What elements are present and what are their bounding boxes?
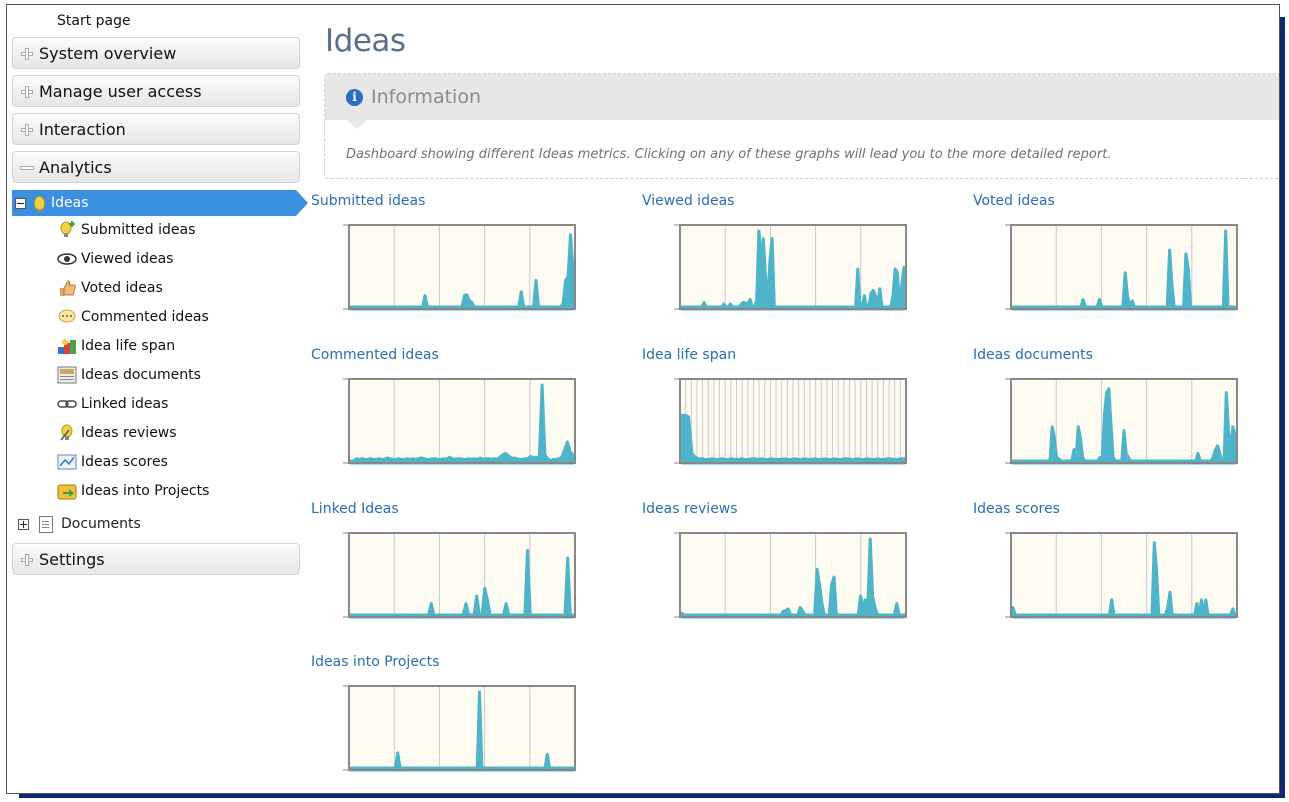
documents-icon	[39, 515, 53, 533]
chart-ideas-reviews[interactable]	[672, 527, 912, 623]
nav-section-system-overview[interactable]: System overview	[12, 37, 300, 69]
expand-plus-icon	[19, 46, 33, 60]
chart-title-viewed-ideas[interactable]: Viewed ideas	[642, 193, 734, 209]
information-panel: i Information Dashboard showing differen…	[324, 73, 1279, 179]
chart-title-ideas-reviews[interactable]: Ideas reviews	[642, 501, 738, 517]
nav-section-label: Manage user access	[39, 81, 202, 101]
comment-icon	[57, 308, 77, 326]
nav-section-settings[interactable]: Settings	[12, 543, 300, 575]
project-icon	[57, 482, 77, 500]
info-icon: i	[346, 88, 363, 106]
tree-item-label: Idea life span	[81, 338, 176, 354]
nav-section-label: Analytics	[39, 157, 112, 177]
chart-ideas-scores[interactable]	[1003, 527, 1243, 623]
tree-item-linked-ideas[interactable]: Linked ideas	[57, 393, 168, 415]
chart-ideas-documents[interactable]	[1003, 373, 1243, 469]
tree-item-label: Ideas reviews	[81, 425, 177, 441]
chart-title-voted-ideas[interactable]: Voted ideas	[973, 193, 1055, 209]
review-icon	[57, 424, 77, 442]
tree-item-label: Submitted ideas	[81, 222, 196, 238]
chart-title-ideas-into-projects[interactable]: Ideas into Projects	[311, 654, 439, 670]
expand-plus-icon	[19, 122, 33, 136]
chart-commented-ideas[interactable]	[341, 373, 581, 469]
information-title: Information	[371, 86, 481, 108]
plot-area	[349, 533, 575, 617]
chart-title-linked-ideas[interactable]: Linked Ideas	[311, 501, 399, 517]
link-icon	[57, 395, 77, 413]
nav-section-label: Settings	[39, 549, 105, 569]
expand-plus-icon	[19, 84, 33, 98]
tree-item-ideas-scores[interactable]: Ideas scores	[57, 451, 168, 473]
tree-item-label: Viewed ideas	[81, 251, 174, 267]
lightbulb-icon	[34, 196, 45, 213]
chart-viewed-ideas[interactable]	[672, 219, 912, 315]
tree-item-label: Linked ideas	[81, 396, 169, 412]
tree-expand-icon[interactable]	[18, 518, 29, 530]
nav-section-label: Interaction	[39, 119, 126, 139]
document-icon	[57, 366, 77, 384]
tree-item-label: Ideas into Projects	[81, 483, 210, 499]
plot-area	[349, 225, 575, 309]
score-icon	[57, 453, 77, 471]
tree-item-ideas-reviews[interactable]: Ideas reviews	[57, 422, 177, 444]
page-title: Ideas	[325, 23, 406, 59]
nav-section-interaction[interactable]: Interaction	[12, 113, 300, 145]
nav-section-label: System overview	[39, 43, 177, 63]
information-text: Dashboard showing different Ideas metric…	[346, 147, 1112, 162]
nav-section-analytics[interactable]: Analytics	[12, 151, 300, 183]
chart-idea-life-span[interactable]	[672, 373, 912, 469]
chart-title-idea-life-span[interactable]: Idea life span	[642, 347, 736, 363]
tree-item-label: Commented ideas	[81, 309, 209, 325]
information-header: i Information	[325, 74, 1279, 129]
nav-section-manage-user-access[interactable]: Manage user access	[12, 75, 300, 107]
tree-item-commented-ideas[interactable]: Commented ideas	[57, 306, 209, 328]
eye-icon	[57, 250, 77, 268]
tree-item-idea-life-span[interactable]: Idea life span	[57, 335, 175, 357]
chart-submitted-ideas[interactable]	[341, 219, 581, 315]
tree-item-viewed-ideas[interactable]: Viewed ideas	[57, 248, 173, 270]
lightbulb-plus-icon	[57, 221, 77, 239]
start-page-link[interactable]: Start page	[57, 13, 131, 29]
lifespan-icon	[57, 337, 77, 355]
tree-item-ideas-into-projects[interactable]: Ideas into Projects	[57, 480, 209, 502]
tree-item-ideas-documents[interactable]: Ideas documents	[57, 364, 201, 386]
tree-item-label: Ideas scores	[81, 454, 168, 470]
collapse-minus-icon	[19, 160, 34, 174]
app-window: Start page System overview Manage user a…	[6, 4, 1280, 794]
chart-title-ideas-scores[interactable]: Ideas scores	[973, 501, 1060, 517]
chart-ideas-into-projects[interactable]	[341, 680, 581, 776]
tree-collapse-icon[interactable]	[15, 197, 26, 209]
chart-title-commented-ideas[interactable]: Commented ideas	[311, 347, 439, 363]
plot-area	[349, 686, 575, 770]
tree-node-documents[interactable]: Documents	[15, 513, 141, 535]
chart-title-submitted-ideas[interactable]: Submitted ideas	[311, 193, 425, 209]
chart-voted-ideas[interactable]	[1003, 219, 1243, 315]
tree-node-label: Documents	[61, 516, 141, 532]
tree-item-label: Ideas documents	[81, 367, 201, 383]
expand-plus-icon	[19, 552, 33, 566]
tree-item-voted-ideas[interactable]: Voted ideas	[57, 277, 163, 299]
thumbs-up-icon	[57, 279, 77, 297]
tree-node-label: Ideas	[51, 195, 89, 211]
chart-linked-ideas[interactable]	[341, 527, 581, 623]
tree-node-ideas[interactable]: Ideas	[12, 190, 308, 216]
tree-item-label: Voted ideas	[81, 280, 163, 296]
chart-title-ideas-documents[interactable]: Ideas documents	[973, 347, 1093, 363]
tree-item-submitted-ideas[interactable]: Submitted ideas	[57, 219, 195, 241]
